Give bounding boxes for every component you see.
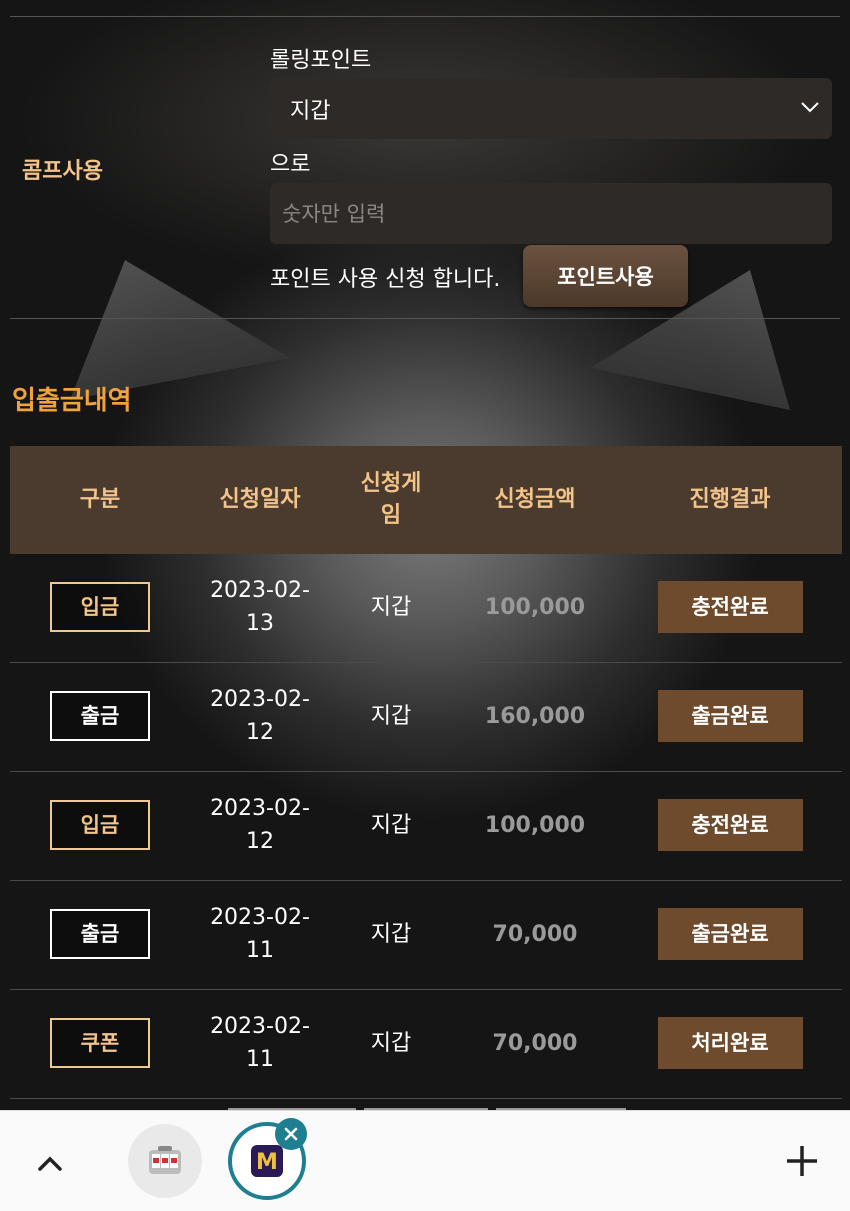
tab-slot-site[interactable] [128,1124,202,1198]
point-amount-input[interactable] [270,183,832,244]
result-badge: 출금완료 [657,690,803,742]
close-tab-button[interactable] [275,1118,307,1150]
type-badge: 입금 [50,800,150,850]
amount-cell: 160,000 [484,703,586,729]
game-cell: 지갑 [370,1030,412,1056]
amount-cell: 70,000 [492,921,578,947]
browser-bottom-bar: M [0,1110,850,1211]
game-cell: 지갑 [370,594,412,620]
amount-cell: 70,000 [492,1030,578,1056]
table-row: 출금 2023-02- 12 지갑 160,000 출금완료 [10,662,842,772]
table-row: 입금 2023-02- 12 지갑 100,000 충전완료 [10,771,842,881]
result-badge: 처리완료 [657,1017,803,1069]
result-badge: 출금완료 [657,908,803,960]
comp-use-label: 콤프사용 [22,159,103,184]
close-icon [284,1127,298,1141]
m-app-icon: M [251,1145,283,1177]
chevron-up-icon[interactable] [30,1144,70,1184]
wallet-select-value: 지갑 [290,98,331,124]
svg-text:M: M [256,1150,278,1175]
date-cell: 2023-02- 12 [210,687,310,745]
wallet-select[interactable]: 지갑 [270,78,832,139]
game-cell: 지갑 [370,921,412,947]
divider [10,318,840,319]
type-badge: 쿠폰 [50,1018,150,1068]
apply-text: 포인트 사용 신청 합니다. [270,267,501,292]
table-row: 쿠폰 2023-02- 11 지갑 70,000 처리완료 [10,989,842,1099]
type-badge: 입금 [50,582,150,632]
use-point-button[interactable]: 포인트사용 [523,245,688,307]
column-header-result: 진행결과 [689,487,771,512]
date-cell: 2023-02- 11 [210,1014,310,1072]
result-badge: 충전완료 [657,581,803,633]
column-header-type: 구분 [79,487,121,512]
divider [10,16,840,17]
type-badge: 출금 [50,691,150,741]
game-cell: 지갑 [370,812,412,838]
table-row: 출금 2023-02- 11 지갑 70,000 출금완료 [10,880,842,990]
result-badge: 충전완료 [657,799,803,851]
amount-cell: 100,000 [484,594,586,620]
date-cell: 2023-02- 13 [210,578,310,636]
game-cell: 지갑 [370,703,412,729]
history-table-header: 구분 신청일자 신청게 임 신청금액 진행결과 [10,446,842,554]
date-cell: 2023-02- 11 [210,905,310,963]
slot-machine-icon [149,1146,181,1174]
column-header-date: 신청일자 [219,487,301,512]
column-header-game: 신청게 임 [360,471,422,528]
type-badge: 출금 [50,909,150,959]
plus-icon[interactable] [782,1141,822,1181]
date-cell: 2023-02- 12 [210,796,310,854]
rolling-point-label: 롤링포인트 [270,48,372,73]
history-title: 입출금내역 [12,386,132,416]
amount-cell: 100,000 [484,812,586,838]
to-label: 으로 [270,152,311,177]
column-header-amount: 신청금액 [494,487,576,512]
chevron-down-icon [801,102,819,113]
table-row: 입금 2023-02- 13 지갑 100,000 충전완료 [10,553,842,663]
